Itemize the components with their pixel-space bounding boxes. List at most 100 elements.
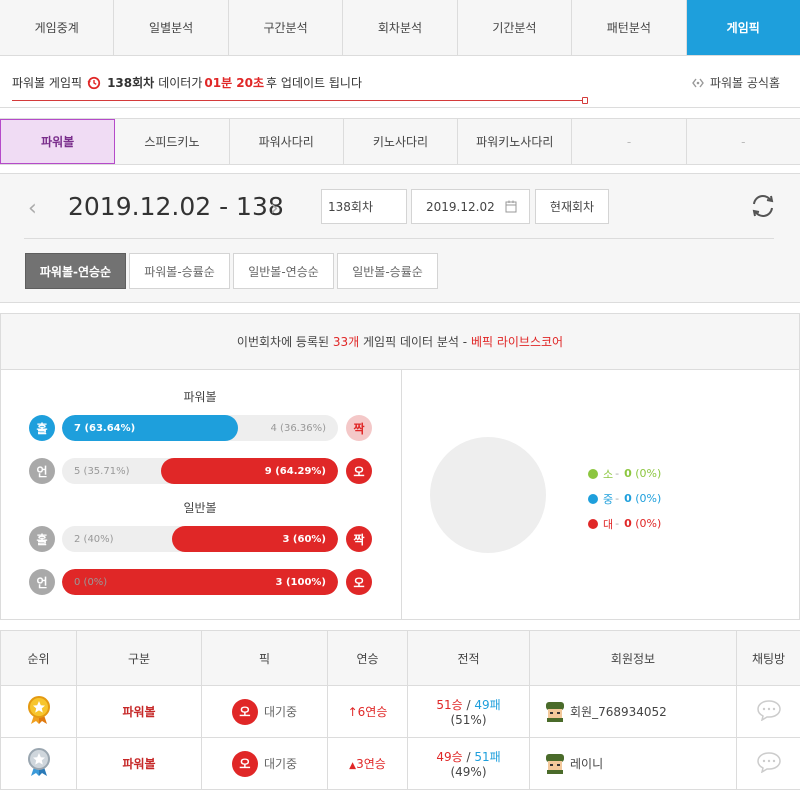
tab-round-analysis[interactable]: 회차분석 — [343, 0, 458, 55]
calendar-icon — [505, 200, 517, 213]
sort-powerball-streak[interactable]: 파워볼-연승순 — [25, 253, 126, 289]
date-picker[interactable]: 2019.12.02 — [411, 189, 530, 224]
round-number-input[interactable]: 138회차 — [321, 189, 407, 224]
legend-small-dot — [588, 468, 598, 479]
soldier-avatar-icon — [546, 753, 564, 774]
tab-live[interactable]: 게임중계 — [0, 0, 115, 55]
official-home-label: 파워볼 공식홈 — [709, 76, 780, 90]
record-cell: 51승 / 49패 (51%) — [407, 685, 530, 738]
bar-right-badge: 짝 — [346, 415, 372, 441]
bar-left-badge: 홀 — [29, 526, 55, 552]
info-mid: 데이터가 — [158, 76, 203, 90]
col-type: 구분 — [76, 630, 202, 686]
info-suffix: 후 업데이트 됩니다 — [266, 76, 362, 90]
streak-up-icon: ↑ — [347, 705, 358, 719]
size-legend: 소- 0 (0%) 중- 0 (0%) 대- 0 (0%) — [588, 461, 661, 536]
member-name: 레이니 — [570, 757, 604, 771]
row-type: 파워볼 — [76, 737, 202, 790]
next-round-icon[interactable]: › — [270, 196, 279, 221]
tab-empty-2: - — [741, 134, 746, 149]
legend-small-value: 0 — [624, 467, 632, 480]
round-title: 2019.12.02 - 138 — [68, 192, 284, 221]
pick-badge: 오 — [231, 698, 258, 725]
round-panel: ‹ 2019.12.02 - 138 › 138회차 2019.12.02 현재… — [0, 173, 800, 303]
official-home-link[interactable]: 파워볼 공식홈 — [690, 74, 780, 91]
bar-left-badge: 언 — [29, 569, 55, 595]
analysis-divider — [401, 370, 402, 619]
chat-cell — [736, 737, 800, 790]
powerball-group-title: 파워볼 — [183, 390, 217, 404]
analysis-head-pre: 이번회차에 등록된 — [236, 335, 330, 349]
legend-medium: 중- 0 (0%) — [588, 486, 661, 511]
legend-small: 소- 0 (0%) — [588, 461, 661, 486]
current-round-label: 현재회차 — [549, 200, 595, 214]
size-pie-chart — [430, 437, 546, 553]
tab-speedkeno[interactable]: 스피드키노 — [115, 119, 230, 164]
legend-medium-pct: (0%) — [635, 492, 662, 505]
chat-bubble-icon[interactable] — [756, 699, 782, 722]
bar-right-label: 3 (100%) — [275, 576, 326, 588]
member-cell[interactable]: 레이니 — [529, 737, 737, 790]
streak-value: 3연승 — [356, 757, 386, 771]
tab-game-pick[interactable]: 게임픽 — [686, 0, 800, 55]
tab-period-analysis[interactable]: 기간분석 — [458, 0, 573, 55]
sort-normalball-streak[interactable]: 일반볼-연승순 — [233, 253, 334, 289]
bar-right-label: 3 (60%) — [282, 533, 326, 545]
refresh-icon[interactable] — [749, 192, 777, 220]
bar-right-badge: 오 — [346, 569, 372, 595]
legend-small-name: 소 — [603, 467, 614, 481]
streak-cell: ↑6연승 — [327, 685, 408, 738]
bar-right-label: 9 (64.29%) — [264, 465, 326, 477]
analysis-head-mid: 게임픽 데이터 분석 - — [363, 335, 468, 349]
pick-ranking-table: 순위 구분 픽 연승 전적 회원정보 채팅방 파워볼 오 대기중 ↑6연승 51… — [0, 630, 800, 790]
legend-large-pct: (0%) — [635, 517, 662, 530]
tab-pattern-analysis[interactable]: 패턴분석 — [572, 0, 687, 55]
tab-power-ladder[interactable]: 파워사다리 — [230, 119, 344, 164]
update-info-bar: 파워볼 게임픽 138회차 데이터가 01분 20초 후 업데이트 됩니다 파워… — [0, 56, 800, 108]
normalball-group-title: 일반볼 — [183, 501, 217, 515]
sort-powerball-winrate[interactable]: 파워볼-승률순 — [129, 253, 230, 289]
update-progress-handle — [582, 97, 588, 104]
record-wins: 51승 — [436, 698, 463, 712]
legend-medium-name: 중 — [603, 492, 614, 506]
current-round-button[interactable]: 현재회차 — [535, 189, 609, 224]
member-cell[interactable]: 회원_768934052 — [529, 685, 737, 738]
col-streak: 연승 — [327, 630, 408, 686]
rank-cell — [0, 737, 77, 790]
record-rate: (51%) — [450, 713, 487, 727]
sort-normalball-winrate[interactable]: 일반볼-승률순 — [337, 253, 438, 289]
col-member: 회원정보 — [529, 630, 737, 686]
analysis-source: 베픽 라이브스코어 — [470, 335, 564, 349]
panel-divider — [24, 238, 774, 239]
info-countdown: 01분 20초 — [204, 76, 265, 90]
link-icon — [692, 78, 704, 87]
update-progress-bar — [12, 100, 586, 101]
game-type-tabs: 파워볼 스피드키노 파워사다리 키노사다리 파워키노사다리 - - — [0, 118, 800, 165]
pick-badge: 오 — [231, 750, 258, 777]
table-row: 파워볼 오 대기중 ▲3연승 49승 / 51패 (49%) 레이니 — [0, 737, 800, 790]
soldier-avatar-icon — [546, 701, 564, 722]
gold-medal-icon — [27, 696, 50, 724]
bar-right-badge: 오 — [346, 458, 372, 484]
tab-daily-analysis[interactable]: 일별분석 — [114, 0, 229, 55]
tab-power-keno-ladder[interactable]: 파워키노사다리 — [458, 119, 573, 164]
col-record: 전적 — [407, 630, 530, 686]
prev-round-icon[interactable]: ‹ — [28, 196, 37, 221]
record-losses: 49패 — [474, 698, 501, 712]
tab-keno-ladder[interactable]: 키노사다리 — [344, 119, 459, 164]
top-tabs: 게임중계 일별분석 구간분석 회차분석 기간분석 패턴분석 게임픽 — [0, 0, 800, 56]
pick-status: 대기중 — [263, 705, 298, 719]
date-value: 2019.12.02 — [426, 199, 495, 214]
chat-bubble-icon[interactable] — [756, 751, 782, 774]
rank-cell — [0, 685, 77, 738]
ratio-bar: 0 (0%) 3 (100%) — [62, 569, 338, 595]
ratio-bar: 2 (40%) 3 (60%) — [62, 526, 338, 552]
record-cell: 49승 / 51패 (49%) — [407, 737, 530, 790]
tab-section-analysis[interactable]: 구간분석 — [229, 0, 344, 55]
bar-left-label: 5 (35.71%) — [74, 465, 130, 477]
bar-left-label: 7 (63.64%) — [74, 422, 136, 434]
legend-large-value: 0 — [624, 517, 632, 530]
col-rank: 순위 — [0, 630, 77, 686]
tab-powerball[interactable]: 파워볼 — [0, 119, 116, 164]
legend-medium-dot — [588, 493, 598, 504]
